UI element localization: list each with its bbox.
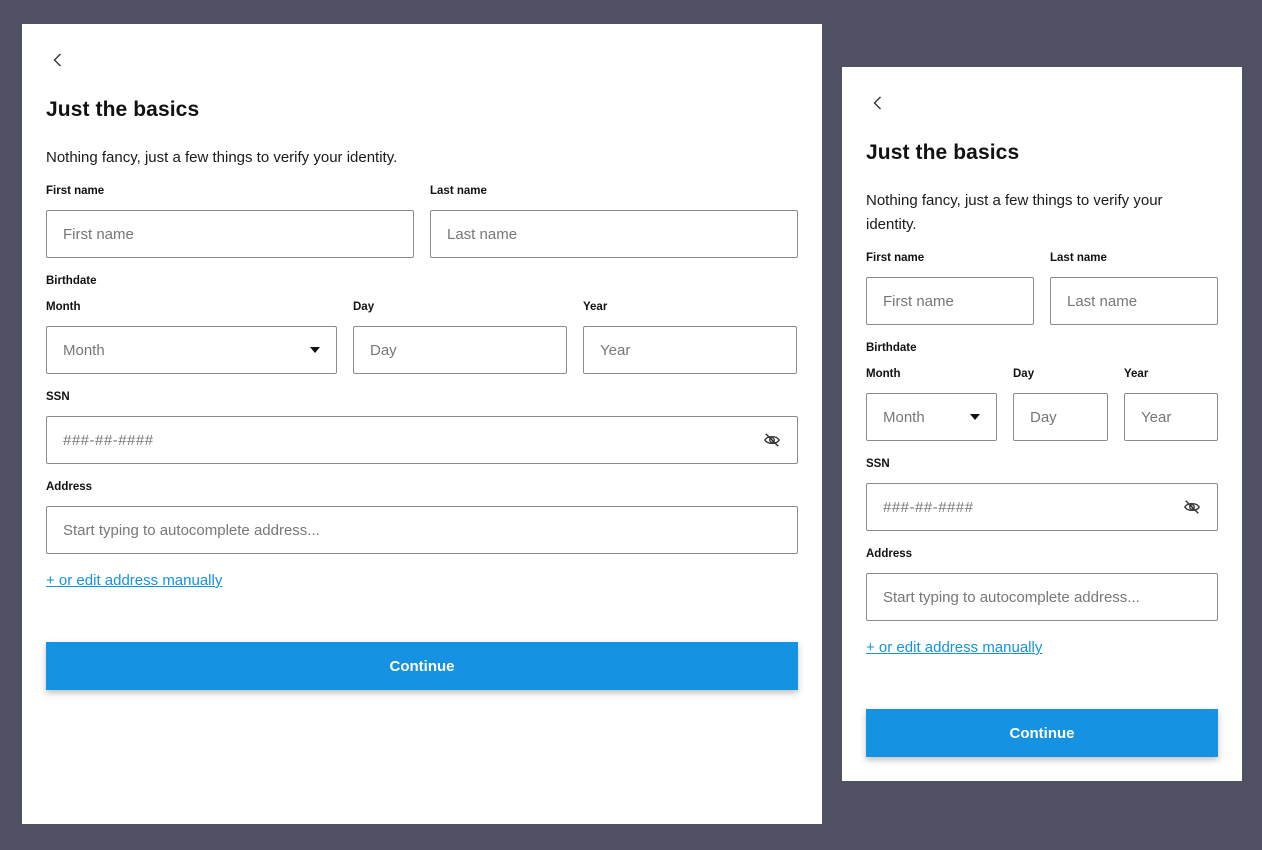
- month-label: Month: [866, 368, 901, 380]
- ssn-field[interactable]: [46, 416, 798, 464]
- page-subtitle: Nothing fancy, just a few things to veri…: [46, 149, 398, 166]
- year-input[interactable]: [1141, 408, 1201, 426]
- page-title: Just the basics: [866, 141, 1020, 164]
- form-panel-desktop: Just the basics Nothing fancy, just a fe…: [22, 24, 822, 824]
- birthdate-label: Birthdate: [866, 342, 917, 354]
- year-field[interactable]: [1124, 393, 1218, 441]
- first-name-label: First name: [46, 185, 105, 197]
- day-label: Day: [353, 301, 375, 313]
- chevron-left-icon: [53, 53, 61, 67]
- back-button[interactable]: [868, 93, 888, 113]
- month-select[interactable]: Month: [46, 326, 337, 374]
- eye-off-icon[interactable]: [763, 431, 781, 449]
- address-input[interactable]: [883, 588, 1201, 606]
- year-input[interactable]: [600, 341, 780, 359]
- address-label: Address: [866, 548, 913, 560]
- last-name-input[interactable]: [447, 225, 781, 243]
- month-label: Month: [46, 301, 81, 313]
- year-label: Year: [583, 301, 608, 313]
- form-panel-mobile: Just the basics Nothing fancy, just a fe…: [842, 67, 1242, 781]
- last-name-label: Last name: [1050, 252, 1107, 264]
- address-input[interactable]: [63, 521, 781, 539]
- page-title: Just the basics: [46, 98, 200, 121]
- day-label: Day: [1013, 368, 1035, 380]
- chevron-left-icon: [873, 96, 881, 110]
- ssn-label: SSN: [866, 458, 890, 470]
- address-field[interactable]: [866, 573, 1218, 621]
- year-field[interactable]: [583, 326, 797, 374]
- first-name-input[interactable]: [63, 225, 397, 243]
- month-select-value: Month: [883, 408, 925, 426]
- ssn-field[interactable]: [866, 483, 1218, 531]
- day-input[interactable]: [1030, 408, 1091, 426]
- caret-down-icon: [310, 347, 320, 353]
- day-field[interactable]: [353, 326, 567, 374]
- last-name-input[interactable]: [1067, 292, 1201, 310]
- month-select[interactable]: Month: [866, 393, 997, 441]
- eye-off-icon[interactable]: [1183, 498, 1201, 516]
- ssn-input[interactable]: [63, 431, 763, 449]
- manual-address-link[interactable]: + or edit address manually: [46, 572, 222, 589]
- manual-address-link[interactable]: + or edit address manually: [866, 639, 1042, 656]
- first-name-input[interactable]: [883, 292, 1017, 310]
- address-label: Address: [46, 481, 93, 493]
- month-select-value: Month: [63, 341, 105, 359]
- back-button[interactable]: [48, 50, 68, 70]
- first-name-label: First name: [866, 252, 925, 264]
- ssn-input[interactable]: [883, 498, 1183, 516]
- last-name-field[interactable]: [1050, 277, 1218, 325]
- caret-down-icon: [970, 414, 980, 420]
- year-label: Year: [1124, 368, 1149, 380]
- last-name-label: Last name: [430, 185, 487, 197]
- ssn-label: SSN: [46, 391, 70, 403]
- continue-button[interactable]: Continue: [46, 642, 798, 690]
- page-subtitle: Nothing fancy, just a few things to veri…: [866, 192, 1163, 233]
- address-field[interactable]: [46, 506, 798, 554]
- last-name-field[interactable]: [430, 210, 798, 258]
- day-field[interactable]: [1013, 393, 1108, 441]
- birthdate-label: Birthdate: [46, 275, 97, 287]
- continue-button[interactable]: Continue: [866, 709, 1218, 757]
- day-input[interactable]: [370, 341, 550, 359]
- first-name-field[interactable]: [866, 277, 1034, 325]
- first-name-field[interactable]: [46, 210, 414, 258]
